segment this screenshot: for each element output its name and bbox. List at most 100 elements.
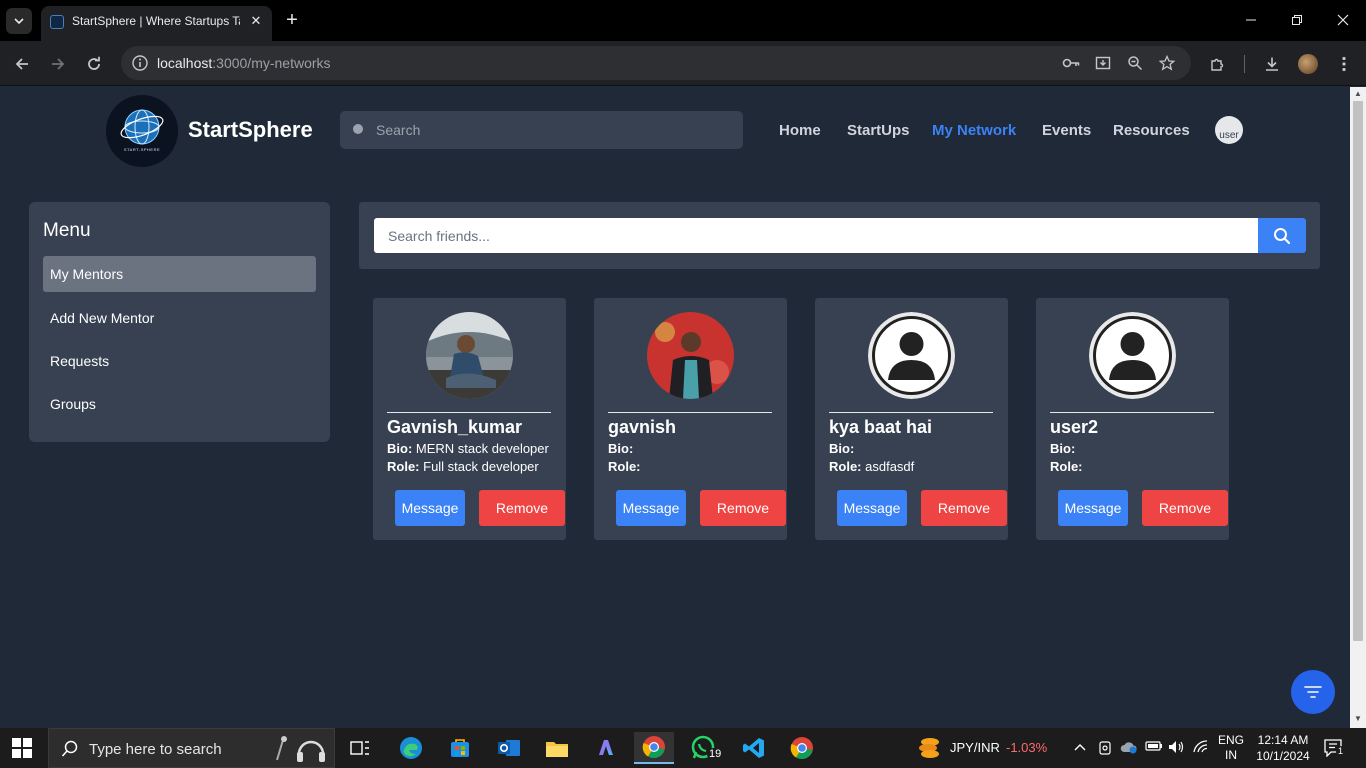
message-button[interactable]: Message xyxy=(837,490,907,526)
mentor-avatar xyxy=(647,312,734,399)
zoom-icon[interactable] xyxy=(1125,53,1145,73)
page-scrollbar[interactable]: ▲ ▼ xyxy=(1350,87,1366,728)
scroll-up-arrow-icon[interactable]: ▲ xyxy=(1354,89,1362,98)
mentor-role: Role: asdfasdf xyxy=(829,459,914,474)
mentor-card: gavnish Bio: Role: Message Remove xyxy=(594,298,787,540)
notifications-icon[interactable]: 1 xyxy=(1324,739,1346,758)
friend-search-input[interactable] xyxy=(374,218,1258,253)
close-window-icon[interactable] xyxy=(1328,8,1358,32)
headphones-microphone-icon xyxy=(276,736,325,762)
tab-close-icon[interactable]: ✕ xyxy=(248,13,264,29)
header-search-input[interactable] xyxy=(376,111,736,149)
friend-search-button[interactable] xyxy=(1258,218,1306,253)
sidebar-menu: Menu My Mentors Add New Mentor Requests … xyxy=(29,202,330,442)
file-explorer-icon[interactable] xyxy=(537,732,577,764)
search-icon xyxy=(61,740,78,757)
chrome-profile-icon[interactable] xyxy=(782,732,822,764)
friend-search-panel xyxy=(359,202,1320,269)
password-key-icon[interactable] xyxy=(1061,53,1081,73)
card-divider xyxy=(1050,412,1214,413)
filter-fab-button[interactable] xyxy=(1291,670,1335,714)
new-tab-plus-icon[interactable]: + xyxy=(282,10,302,30)
message-button[interactable]: Message xyxy=(395,490,465,526)
remove-button[interactable]: Remove xyxy=(1142,490,1228,526)
nav-my-network[interactable]: My Network xyxy=(932,122,1016,139)
copilot-icon[interactable] xyxy=(586,732,626,764)
nav-startups[interactable]: StartUps xyxy=(847,122,910,139)
outlook-icon[interactable] xyxy=(489,732,529,764)
bookmark-star-icon[interactable] xyxy=(1157,53,1177,73)
card-divider xyxy=(387,412,551,413)
sidebar-item-add-new-mentor[interactable]: Add New Mentor xyxy=(43,300,316,336)
sidebar-item-requests[interactable]: Requests xyxy=(43,343,316,379)
startsphere-logo[interactable]: START-SPHERE xyxy=(106,95,178,167)
reload-icon[interactable] xyxy=(83,53,105,75)
search-icon xyxy=(1274,227,1291,244)
edge-browser-icon[interactable] xyxy=(391,732,431,764)
microsoft-store-icon[interactable] xyxy=(440,732,480,764)
volume-speaker-icon[interactable] xyxy=(1168,740,1186,757)
tab-title: StartSphere | Where Startups Ta xyxy=(72,14,240,28)
sidebar-item-groups[interactable]: Groups xyxy=(43,386,316,422)
install-app-icon[interactable] xyxy=(1093,53,1113,73)
mentor-role: Role: Full stack developer xyxy=(387,459,539,474)
browser-menu-icon[interactable] xyxy=(1333,53,1355,75)
scroll-thumb[interactable] xyxy=(1353,101,1363,641)
toolbar-divider xyxy=(1244,55,1245,73)
onedrive-cloud-icon[interactable] xyxy=(1120,740,1138,757)
browser-tab-bar: StartSphere | Where Startups Ta ✕ + xyxy=(0,0,1366,41)
meet-camera-icon[interactable] xyxy=(1098,740,1112,759)
brand-name[interactable]: StartSphere xyxy=(188,117,313,143)
wifi-network-icon[interactable] xyxy=(1193,740,1209,757)
battery-icon[interactable] xyxy=(1145,740,1163,755)
profile-avatar-icon[interactable] xyxy=(1297,53,1319,75)
mentor-card: Gavnish_kumar Bio: MERN stack developer … xyxy=(373,298,566,540)
currency-ticker-widget[interactable]: JPY/INR -1.03% xyxy=(918,736,1058,760)
site-info-icon[interactable] xyxy=(131,54,149,72)
mentor-role: Role: xyxy=(608,459,641,474)
mentor-card: user2 Bio: Role: Message Remove xyxy=(1036,298,1229,540)
remove-button[interactable]: Remove xyxy=(700,490,786,526)
show-hidden-icons-chevron-icon[interactable] xyxy=(1073,740,1087,757)
forward-arrow-icon[interactable] xyxy=(47,53,69,75)
tab-search-chevron-icon[interactable] xyxy=(6,8,32,34)
sidebar-item-my-mentors[interactable]: My Mentors xyxy=(43,256,316,292)
nav-resources[interactable]: Resources xyxy=(1113,122,1190,139)
whatsapp-icon[interactable]: 19 xyxy=(684,732,724,764)
site-favicon-icon xyxy=(50,15,64,29)
windows-start-icon[interactable] xyxy=(12,738,32,758)
browser-tab-active[interactable]: StartSphere | Where Startups Ta ✕ xyxy=(41,6,272,41)
user-avatar[interactable]: user xyxy=(1215,116,1243,144)
vscode-icon[interactable] xyxy=(734,732,774,764)
default-user-avatar-icon xyxy=(1089,312,1176,399)
task-view-icon[interactable] xyxy=(340,732,380,764)
minimize-icon[interactable] xyxy=(1236,8,1266,32)
message-button[interactable]: Message xyxy=(1058,490,1128,526)
input-language-indicator[interactable]: ENG IN xyxy=(1218,733,1244,763)
address-bar[interactable]: localhost:3000/my-networks xyxy=(121,46,1191,80)
mentor-card: kya baat hai Bio: Role: asdfasdf Message… xyxy=(815,298,1008,540)
back-arrow-icon[interactable] xyxy=(11,53,33,75)
nav-events[interactable]: Events xyxy=(1042,122,1091,139)
whatsapp-badge: 19 xyxy=(707,748,724,760)
chrome-taskbar-icon[interactable] xyxy=(634,732,674,764)
restore-icon[interactable] xyxy=(1282,8,1312,32)
remove-button[interactable]: Remove xyxy=(921,490,1007,526)
bio-label: Bio: xyxy=(608,441,634,456)
card-divider xyxy=(829,412,993,413)
mentor-bio: Bio: xyxy=(829,441,854,456)
extensions-puzzle-icon[interactable] xyxy=(1207,53,1229,75)
role-label: Role: xyxy=(1050,459,1083,474)
windows-taskbar: Type here to search 19 JPY/INR -1.03% EN… xyxy=(0,728,1366,768)
message-button[interactable]: Message xyxy=(616,490,686,526)
taskbar-search-box[interactable]: Type here to search xyxy=(48,728,335,768)
downloads-icon[interactable] xyxy=(1261,53,1283,75)
system-clock[interactable]: 12:14 AM 10/1/2024 xyxy=(1254,732,1312,764)
mentor-name: Gavnish_kumar xyxy=(387,417,523,437)
mentor-name: kya baat hai xyxy=(829,417,933,437)
nav-home[interactable]: Home xyxy=(779,122,821,139)
bio-value: MERN stack developer xyxy=(415,441,549,456)
scroll-down-arrow-icon[interactable]: ▼ xyxy=(1354,714,1362,723)
header-search-box[interactable] xyxy=(340,111,743,149)
remove-button[interactable]: Remove xyxy=(479,490,565,526)
